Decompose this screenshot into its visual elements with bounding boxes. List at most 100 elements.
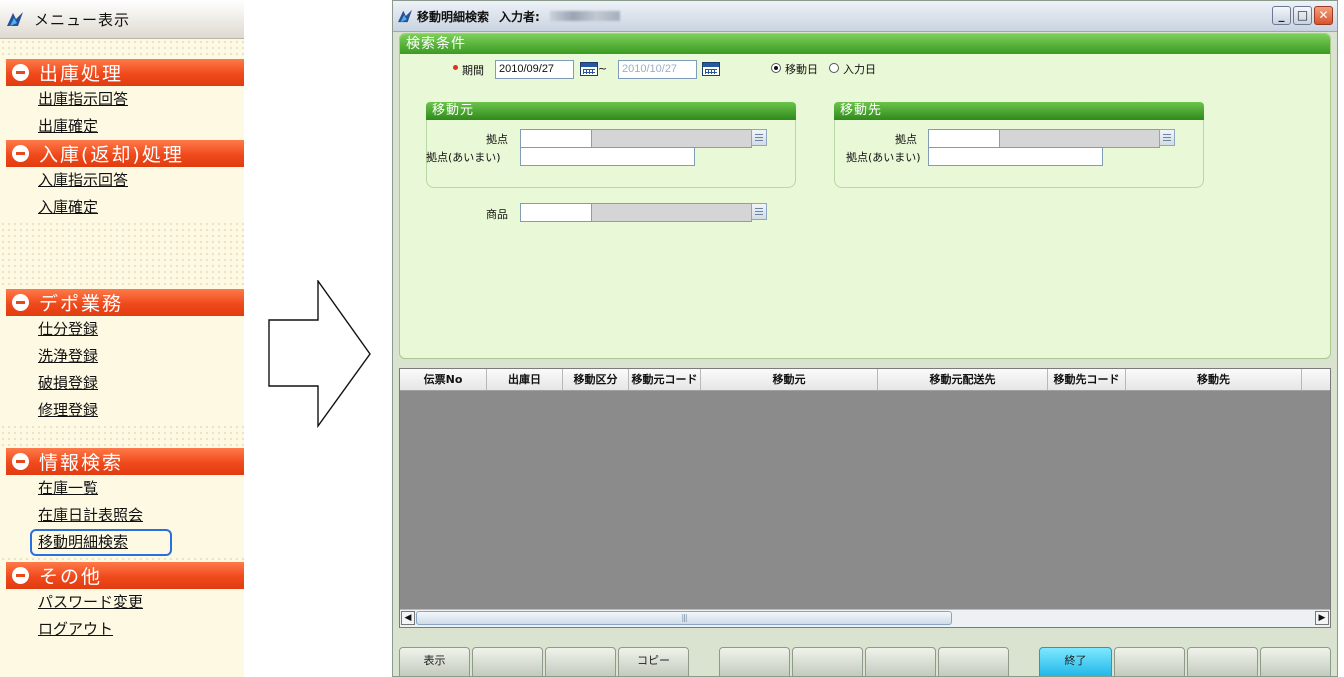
column-header[interactable]: 移動先 [1126,369,1302,390]
menu-item[interactable]: 出庫確定 [0,113,244,140]
menu-item[interactable]: 仕分登録 [0,316,244,343]
function-key-button[interactable] [719,647,790,676]
function-key-button[interactable] [1114,647,1185,676]
function-key-button[interactable] [1260,647,1331,676]
function-key-button[interactable] [792,647,863,676]
maximize-button[interactable]: □ [1293,6,1312,25]
menu-item[interactable]: 入庫指示回答 [0,167,244,194]
user-label: 入力者: [499,9,540,24]
required-marker-icon [453,65,458,70]
source-group-header: 移動元 [426,102,796,120]
minimize-icon: _ [1278,8,1285,22]
exit-button[interactable]: 終了 [1039,647,1112,676]
menu-section-header[interactable]: デポ業務 [6,289,244,316]
menu-item[interactable]: 在庫日計表照会 [0,502,244,529]
menu-section-header[interactable]: その他 [6,562,244,589]
collapse-icon[interactable] [12,294,29,311]
app-window: 移動明細検索 入力者: _ □ ✕ 検索条件 期間 ~ 移動日 入力日 移動元 … [392,0,1338,677]
product-lookup-button[interactable] [751,203,767,220]
right-arrow-icon [268,280,371,428]
menu-item-selected[interactable]: 移動明細検索 [30,529,172,556]
menu-section-header[interactable]: 入庫(返却)処理 [6,140,244,167]
menu-section-label: その他 [39,566,103,588]
source-base-fuzzy-label: 拠点(あいまい) [426,151,501,164]
results-grid: 伝票No 出庫日 移動区分 移動元コード 移動元 移動元配送先 移動先コード 移… [399,368,1331,628]
date-to-input[interactable] [618,60,697,79]
menu-section-header[interactable]: 情報検索 [6,448,244,475]
scrollbar-thumb[interactable] [416,611,952,625]
menu-item[interactable]: ログアウト [0,616,244,643]
grid-header: 伝票No 出庫日 移動区分 移動元コード 移動元 移動元配送先 移動先コード 移… [400,369,1330,391]
function-key-button[interactable] [1187,647,1258,676]
function-key-button[interactable] [865,647,936,676]
source-base-fuzzy-input[interactable] [520,147,695,166]
user-name-redacted [549,11,620,21]
column-header[interactable]: 移動元 [701,369,878,390]
product-label: 商品 [486,208,508,221]
menu-section-label: 出庫処理 [39,63,124,85]
copy-button[interactable]: コピー [618,647,689,676]
menu-panel: メニュー表示 出庫処理 出庫指示回答 出庫確定 入庫(返却)処理 入庫指示回答 … [0,0,244,677]
menu-item[interactable]: 修理登録 [0,397,244,424]
calendar-icon[interactable] [702,62,720,76]
destination-base-lookup-button[interactable] [1159,129,1175,146]
scroll-right-button[interactable]: ▶ [1315,611,1329,625]
radio-input-date[interactable] [829,63,839,73]
radio-move-date-label: 移動日 [785,63,818,76]
menu-item[interactable]: 出庫指示回答 [0,86,244,113]
source-base-name-field [591,129,752,148]
window-titlebar[interactable]: 移動明細検索 入力者: _ □ ✕ [393,1,1337,32]
date-from-input[interactable] [495,60,574,79]
destination-base-code-input[interactable] [928,129,1001,148]
menu-item[interactable]: 洗浄登録 [0,343,244,370]
menu-spacer [0,39,244,59]
collapse-icon[interactable] [12,64,29,81]
function-key-button[interactable] [938,647,1009,676]
menu-item[interactable]: 在庫一覧 [0,475,244,502]
menu-item[interactable]: 入庫確定 [0,194,244,221]
function-key-button[interactable] [472,647,543,676]
minimize-button[interactable]: _ [1272,6,1291,25]
menu-section-label: 情報検索 [39,452,124,474]
close-icon: ✕ [1318,8,1329,22]
destination-base-fuzzy-input[interactable] [928,147,1103,166]
column-header[interactable]: 伝票No [400,369,487,390]
column-header[interactable]: 移動元配送先 [878,369,1048,390]
radio-input-date-label: 入力日 [843,63,876,76]
collapse-icon[interactable] [12,567,29,584]
product-code-input[interactable] [520,203,593,222]
destination-base-fuzzy-label: 拠点(あいまい) [846,151,921,164]
maximize-icon: □ [1296,8,1309,22]
source-base-lookup-button[interactable] [751,129,767,146]
menu-section-header[interactable]: 出庫処理 [6,59,244,86]
menu-titlebar: メニュー表示 [0,0,244,39]
scroll-left-button[interactable]: ◀ [401,611,415,625]
destination-group-header: 移動先 [834,102,1204,120]
column-header[interactable]: 移動区分 [563,369,629,390]
column-header[interactable]: 移動先コード [1048,369,1126,390]
horizontal-scrollbar[interactable]: ◀ ▶ [400,609,1330,627]
collapse-icon[interactable] [12,453,29,470]
function-key-bar: 表示 コピー 終了 [393,647,1337,676]
display-button[interactable]: 表示 [399,647,470,676]
menu-section-label: デポ業務 [39,293,124,315]
destination-base-label: 拠点 [895,133,917,146]
close-button[interactable]: ✕ [1314,6,1333,25]
calendar-icon[interactable] [580,62,598,76]
destination-base-name-field [999,129,1160,148]
source-base-code-input[interactable] [520,129,593,148]
menu-section-label: 入庫(返却)処理 [39,144,184,166]
radio-move-date[interactable] [771,63,781,73]
function-key-button[interactable] [545,647,616,676]
product-name-field [591,203,752,222]
menu-item[interactable]: パスワード変更 [0,589,244,616]
collapse-icon[interactable] [12,145,29,162]
tilde-label: ~ [598,62,608,75]
source-base-label: 拠点 [486,133,508,146]
app-logo-icon [398,9,412,23]
column-header[interactable]: 出庫日 [487,369,563,390]
menu-item[interactable]: 破損登録 [0,370,244,397]
column-header[interactable]: 移動元コード [629,369,701,390]
menu-spacer [0,221,244,289]
window-controls: _ □ ✕ [1272,6,1333,25]
